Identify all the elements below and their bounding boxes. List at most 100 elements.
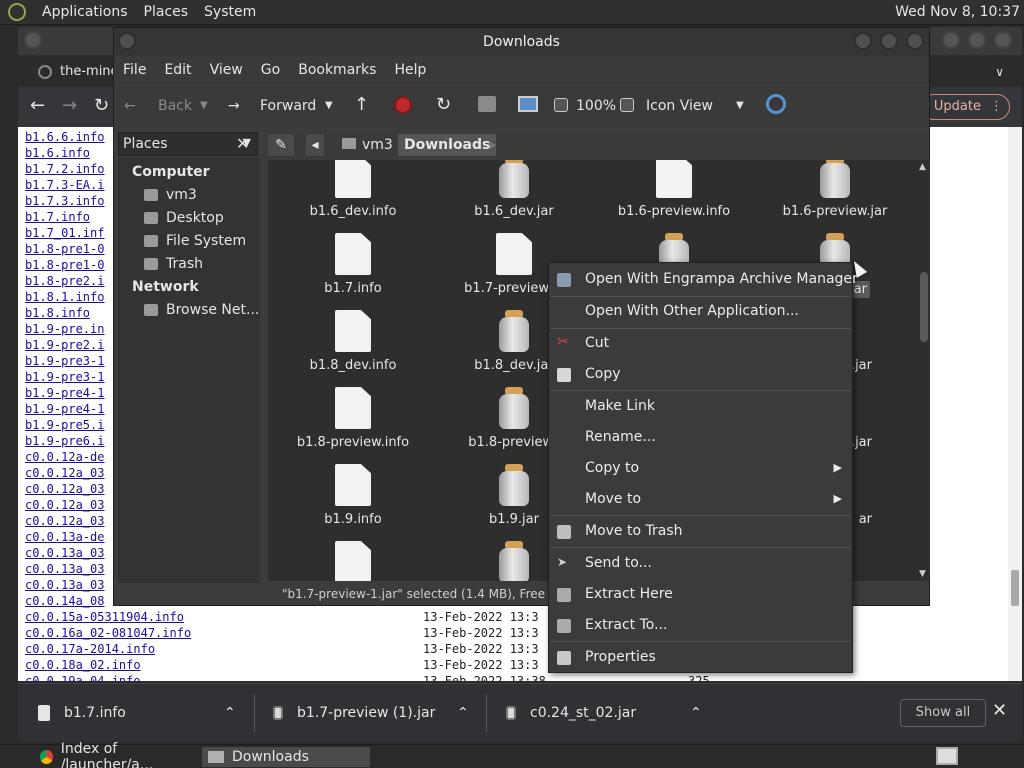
listing-link[interactable]: c0.0.12a-de bbox=[25, 450, 104, 466]
panel-clock[interactable]: Wed Nov 8, 10:37 bbox=[895, 4, 1020, 20]
listing-link[interactable]: c0.0.16a_02-081047.info bbox=[25, 626, 191, 642]
close-icon[interactable]: ✕ bbox=[992, 700, 1007, 721]
browser-tab-title[interactable]: the-mine bbox=[60, 64, 119, 79]
menu-item-extract-here[interactable]: Extract Here bbox=[549, 581, 852, 609]
listing-link[interactable]: b1.9-pre4-1 bbox=[25, 402, 104, 418]
listing-link[interactable]: c0.0.12a_03 bbox=[25, 482, 104, 498]
listing-link[interactable]: b1.9-pre4-1 bbox=[25, 386, 104, 402]
edit-location-icon[interactable]: ✎ bbox=[268, 134, 294, 156]
file-item[interactable]: b1.6-preview.jar bbox=[760, 160, 910, 219]
listing-link[interactable]: c0.0.18a_02.info bbox=[25, 658, 141, 674]
path-scroll-left-icon[interactable]: ◂ bbox=[306, 134, 324, 156]
file-item[interactable]: b1.6-preview.info bbox=[599, 160, 749, 219]
sidebar-item-file-system[interactable]: File System bbox=[144, 233, 246, 249]
up-arrow-icon[interactable]: ↑ bbox=[354, 94, 369, 115]
browser-minimize-icon[interactable] bbox=[942, 31, 960, 49]
file-item[interactable]: b1.8-preview.info bbox=[278, 387, 428, 450]
forward-arrow-icon[interactable]: → bbox=[228, 98, 240, 114]
browser-maximize-icon[interactable] bbox=[968, 31, 986, 49]
taskbar-item-browser[interactable]: Index of /launcher/a... bbox=[34, 741, 200, 768]
reload-icon[interactable]: ↻ bbox=[436, 94, 451, 115]
menu-view[interactable]: View bbox=[201, 62, 252, 78]
listing-link[interactable]: c0.0.19a_04.info bbox=[25, 674, 141, 681]
listing-link[interactable]: b1.8.info bbox=[25, 306, 90, 322]
listing-link[interactable]: c0.0.17a-2014.info bbox=[25, 642, 155, 658]
menu-edit[interactable]: Edit bbox=[155, 62, 200, 78]
browser-update-button[interactable]: Update ⋮ bbox=[920, 94, 1010, 120]
menu-item-move-to[interactable]: Move to ▶ bbox=[549, 486, 852, 514]
listing-link[interactable]: b1.7.3-EA.i bbox=[25, 178, 104, 194]
menu-go[interactable]: Go bbox=[252, 62, 289, 78]
listing-link[interactable]: b1.8.1.info bbox=[25, 290, 104, 306]
browser-reload-icon[interactable]: ↻ bbox=[94, 95, 109, 116]
listing-link[interactable]: b1.8-pre2.i bbox=[25, 274, 104, 290]
chevron-up-icon[interactable]: ⌃ bbox=[457, 705, 469, 721]
scroll-up-icon[interactable]: ▲ bbox=[919, 162, 926, 172]
listing-link[interactable]: b1.8-pre1-0 bbox=[25, 242, 104, 258]
menu-item-make-link[interactable]: Make Link bbox=[549, 393, 852, 421]
download-item[interactable]: b1.7.info ⌃ bbox=[38, 684, 238, 742]
listing-link[interactable]: b1.6.info bbox=[25, 146, 90, 162]
menu-help[interactable]: Help bbox=[385, 62, 435, 78]
listing-link[interactable]: c0.0.15a-05311904.info bbox=[25, 610, 184, 626]
menu-item-copy[interactable]: Copy bbox=[549, 361, 852, 389]
browser-scrollbar[interactable] bbox=[1008, 127, 1022, 681]
tab-search-chevron-icon[interactable]: ∨ bbox=[995, 65, 1004, 79]
fm-window-menu-icon[interactable] bbox=[118, 32, 136, 50]
menu-item-extract-to[interactable]: Extract To... bbox=[549, 612, 852, 640]
listing-link[interactable]: c0.0.13a_03 bbox=[25, 562, 104, 578]
listing-link[interactable]: b1.6.6.info bbox=[25, 130, 104, 146]
browser-forward-icon[interactable]: → bbox=[62, 95, 77, 116]
chevron-up-icon[interactable]: ⌃ bbox=[690, 705, 702, 721]
workspace-switcher-icon[interactable] bbox=[936, 747, 958, 765]
back-arrow-icon[interactable]: ← bbox=[124, 98, 136, 114]
browser-back-icon[interactable]: ← bbox=[30, 95, 45, 116]
back-history-chevron-icon[interactable]: ▼ bbox=[200, 100, 208, 111]
fm-maximize-icon[interactable] bbox=[880, 32, 898, 50]
listing-link[interactable]: b1.9-pre3-1 bbox=[25, 354, 104, 370]
browser-window-button-icon[interactable] bbox=[24, 31, 42, 49]
fm-scrollbar-thumb[interactable] bbox=[920, 272, 928, 342]
file-item[interactable]: b1.8_dev.info bbox=[278, 310, 428, 373]
search-icon[interactable] bbox=[766, 94, 786, 114]
listing-link[interactable]: c0.0.12a_03 bbox=[25, 498, 104, 514]
menu-bookmarks[interactable]: Bookmarks bbox=[289, 62, 385, 78]
menu-item-copy-to[interactable]: Copy to ▶ bbox=[549, 455, 852, 483]
breadcrumb-downloads[interactable]: Downloads bbox=[398, 134, 497, 156]
download-item[interactable]: c0.24_st_02.jar ⌃ bbox=[506, 684, 706, 742]
menu-item-open-with-other[interactable]: Open With Other Application... bbox=[549, 298, 852, 326]
back-button[interactable]: Back bbox=[158, 98, 192, 114]
menu-item-rename[interactable]: Rename... bbox=[549, 424, 852, 452]
file-item[interactable]: b1.6_dev.info bbox=[278, 160, 428, 219]
menu-item-move-to-trash[interactable]: Move to Trash bbox=[549, 518, 852, 546]
listing-link[interactable]: b1.9-pre6.i bbox=[25, 434, 104, 450]
file-item[interactable]: b1.9.info bbox=[278, 464, 428, 527]
home-icon[interactable] bbox=[478, 96, 496, 112]
menu-item-send-to[interactable]: ➤ Send to... bbox=[549, 550, 852, 578]
menu-file[interactable]: File bbox=[114, 62, 155, 78]
forward-history-chevron-icon[interactable]: ▼ bbox=[325, 100, 333, 111]
listing-link[interactable]: c0.0.13a_03 bbox=[25, 578, 104, 594]
breadcrumb-vm3[interactable]: vm3 bbox=[336, 134, 399, 156]
listing-link[interactable]: c0.0.13a_03 bbox=[25, 546, 104, 562]
sidebar-item-desktop[interactable]: Desktop bbox=[144, 210, 224, 226]
panel-menu-places[interactable]: Places bbox=[136, 4, 197, 20]
listing-link[interactable]: c0.0.13a-de bbox=[25, 530, 104, 546]
sidebar-item-vm3[interactable]: vm3 bbox=[144, 187, 197, 203]
download-item[interactable]: b1.7-preview (1).jar ⌃ bbox=[273, 684, 473, 742]
listing-link[interactable]: b1.9-pre5.i bbox=[25, 418, 104, 434]
listing-link[interactable]: b1.9-pre3-1 bbox=[25, 370, 104, 386]
browser-scrollbar-thumb[interactable] bbox=[1011, 570, 1019, 606]
scroll-down-icon[interactable]: ▼ bbox=[919, 569, 926, 579]
fm-close-icon[interactable] bbox=[906, 32, 924, 50]
taskbar-item-downloads[interactable]: Downloads bbox=[202, 747, 370, 767]
menu-item-properties[interactable]: Properties bbox=[549, 644, 852, 672]
computer-icon[interactable] bbox=[518, 96, 538, 112]
browser-close-icon[interactable] bbox=[994, 31, 1012, 49]
panel-menu-applications[interactable]: Applications bbox=[34, 4, 136, 20]
menu-item-open-with-engrampa[interactable]: Open With Engrampa Archive Manager bbox=[549, 266, 858, 294]
sidebar-item-trash[interactable]: Trash bbox=[144, 256, 203, 272]
menu-item-cut[interactable]: ✂ Cut bbox=[549, 330, 852, 358]
listing-link[interactable]: b1.7.2.info bbox=[25, 162, 104, 178]
listing-link[interactable]: b1.7.3.info bbox=[25, 194, 104, 210]
